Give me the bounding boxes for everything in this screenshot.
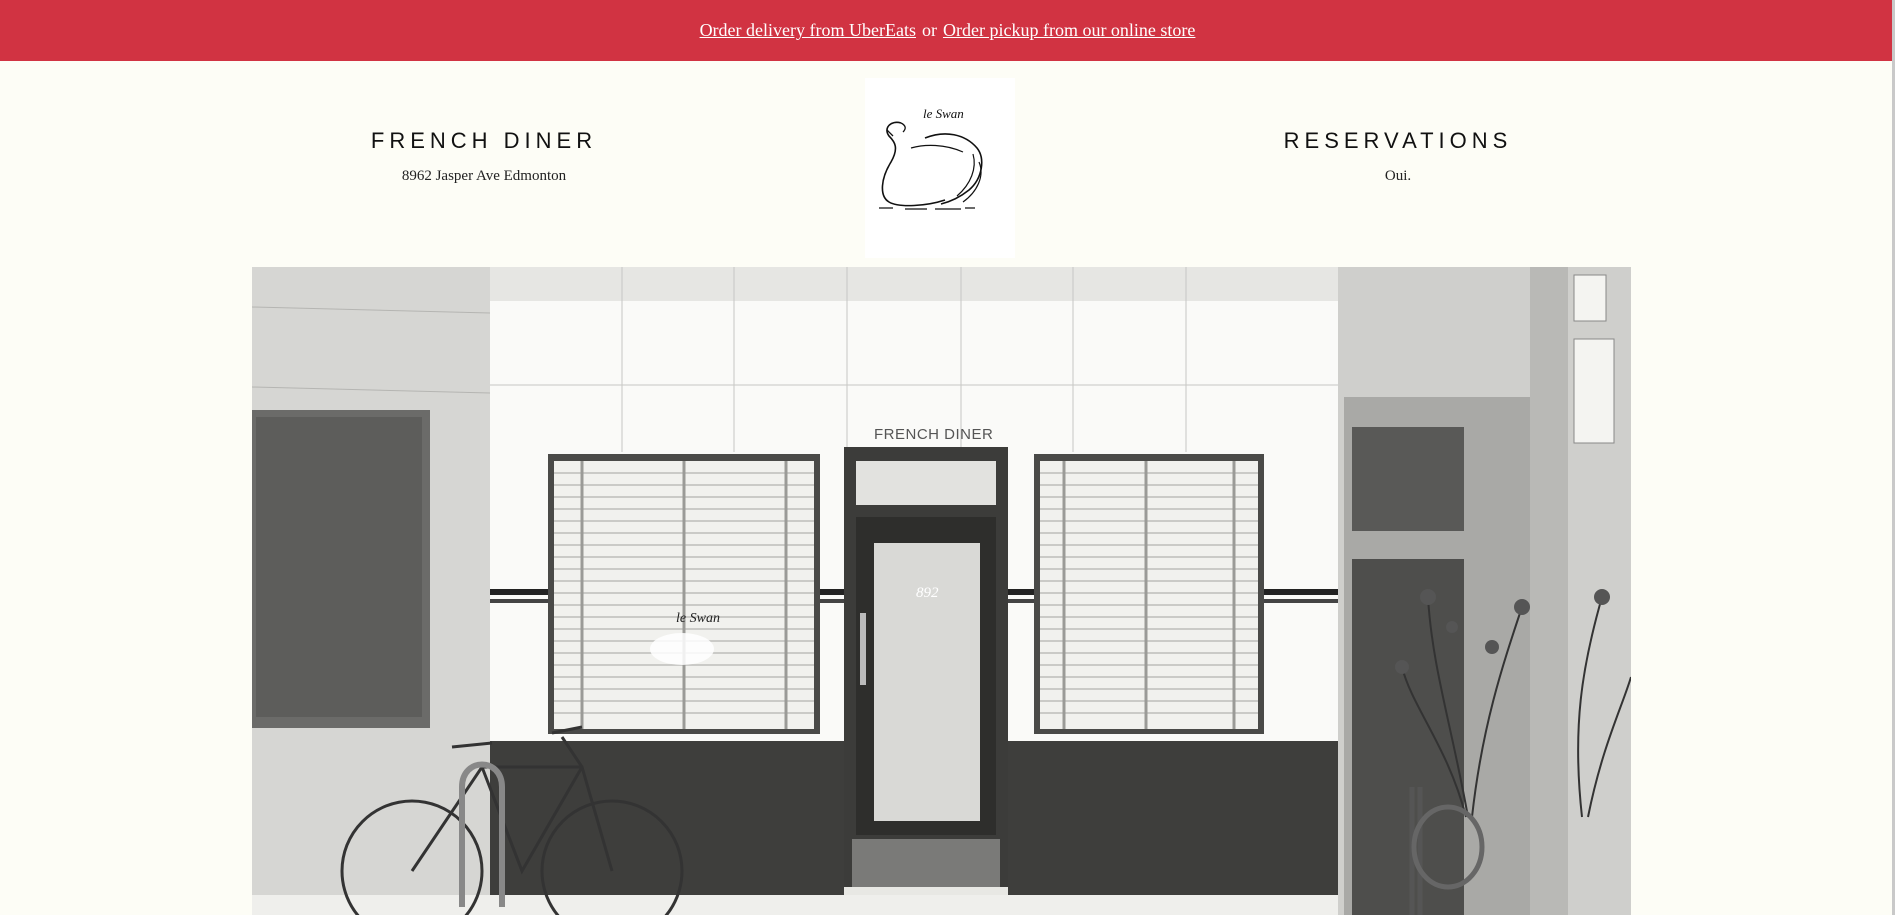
logo-script-text: le Swan <box>923 106 964 121</box>
banner-separator: or <box>921 20 937 40</box>
hero-sign-text: FRENCH DINER <box>874 426 993 443</box>
reservations-subtitle: Oui. <box>1384 168 1412 184</box>
reservations-title[interactable]: RESERVATIONS <box>1238 128 1558 154</box>
storefront-hero-image: le Swan 892 FRENCH DINER <box>252 267 1631 915</box>
header-diner-info[interactable]: FRENCH DINER 8962 Jasper Ave Edmonton <box>324 128 644 185</box>
online-store-pickup-link[interactable]: Order pickup from our online store <box>943 20 1195 41</box>
diner-address: 8962 Jasper Ave Edmonton <box>401 168 567 184</box>
le-swan-logo[interactable]: le Swan <box>865 78 1015 258</box>
header-reservations[interactable]: RESERVATIONS Oui. <box>1238 128 1558 185</box>
announcement-banner: Order delivery from UberEats or Order pi… <box>0 0 1895 61</box>
diner-title[interactable]: FRENCH DINER <box>324 128 644 154</box>
swan-logo-icon: le Swan <box>879 106 983 210</box>
window-logo-text: le Swan <box>676 611 720 626</box>
storefront-illustration: le Swan 892 FRENCH DINER <box>252 267 1631 915</box>
ubereats-delivery-link[interactable]: Order delivery from UberEats <box>700 20 916 41</box>
door-number: 892 <box>916 585 939 601</box>
